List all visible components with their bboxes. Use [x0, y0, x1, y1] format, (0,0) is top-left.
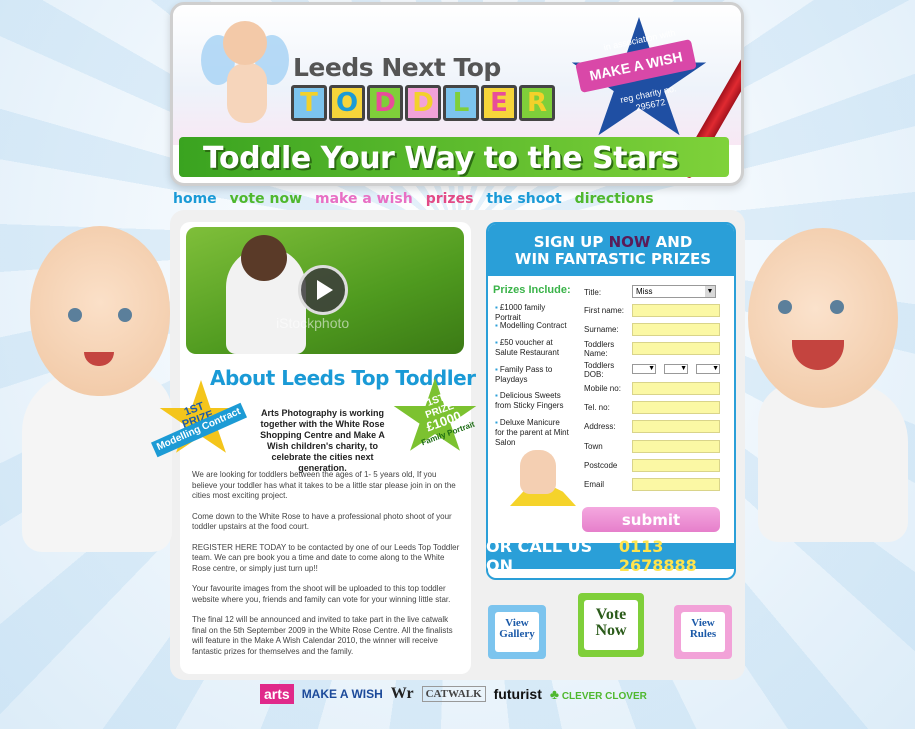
play-icon [317, 280, 333, 300]
title-label: Title: [584, 288, 602, 297]
signup-title-line2: WIN FANTASTIC PRIZES [514, 250, 712, 268]
signup-title-pre: SIGN UP [533, 233, 609, 251]
mobile-label: Mobile no: [584, 384, 621, 393]
view-gallery-cube[interactable]: View Gallery [488, 605, 546, 659]
email-label: Email [584, 480, 605, 489]
sponsor-logos: arts MAKE A WISH Wr CATWALK futurist ♣ C… [260, 684, 647, 704]
view-gallery-label: View Gallery [495, 612, 539, 652]
view-rules-label: View Rules [681, 612, 725, 652]
prize-item: £50 voucher at Salute Restaurant [495, 338, 571, 358]
arts-logo[interactable]: arts [260, 684, 294, 704]
about-paragraph: Your favourite images from the shoot wil… [192, 584, 451, 604]
first-name-field[interactable] [632, 304, 720, 317]
tagline: Toddle Your Way to the Stars [203, 141, 679, 176]
about-paragraph: The final 12 will be announced and invit… [192, 615, 453, 656]
fairy-baby-head [223, 21, 267, 65]
left-baby-outfit [22, 372, 172, 552]
right-baby-image [738, 222, 915, 542]
white-rose-logo[interactable]: Wr [391, 685, 414, 703]
dob-month-select[interactable]: ▼ [664, 364, 688, 374]
left-baby-image [22, 222, 172, 552]
fairy-baby-body [227, 63, 267, 123]
address-label: Address: [584, 422, 616, 431]
title-select[interactable]: Miss ▼ [632, 285, 716, 298]
first-name-label: First name: [584, 306, 625, 315]
town-field[interactable] [632, 440, 720, 453]
futurist-logo[interactable]: futurist [494, 686, 542, 702]
view-rules-cube[interactable]: View Rules [674, 605, 732, 659]
letter-block: O [329, 85, 365, 121]
toddlers-dob-label: Toddlers DOB: [584, 361, 615, 379]
signup-title: SIGN UP NOW AND WIN FANTASTIC PRIZES [502, 234, 724, 268]
about-paragraph: Come down to the White Rose to have a pr… [192, 511, 452, 532]
nav-prizes[interactable]: prizes [426, 191, 474, 207]
clever-clover-logo[interactable]: ♣ CLEVER CLOVER [550, 686, 647, 702]
letter-block: R [519, 85, 555, 121]
phone-number: 0113 2678888 [618, 537, 697, 575]
about-paragraph: We are looking for toddlers between the … [192, 470, 456, 500]
dob-year-select[interactable]: ▼ [696, 364, 720, 374]
nav-the-shoot[interactable]: the shoot [486, 191, 561, 207]
site-header: Leeds Next Top T O D D L E R in associat… [170, 2, 744, 186]
letter-block: D [405, 85, 441, 121]
surname-label: Surname: [584, 325, 619, 334]
about-intro: Arts Photography is working together wit… [260, 408, 385, 473]
postcode-field[interactable] [632, 459, 720, 472]
address-field[interactable] [632, 420, 720, 433]
surname-field[interactable] [632, 323, 720, 336]
main-nav: home vote now make a wish prizes the sho… [173, 191, 654, 207]
chevron-down-icon: ▼ [705, 286, 715, 297]
call-label: OR CALL US ON [486, 537, 593, 575]
catwalk-logo[interactable]: CATWALK [421, 686, 486, 702]
email-field[interactable] [632, 478, 720, 491]
title-select-value: Miss [636, 287, 653, 296]
town-label: Town [584, 442, 603, 451]
right-baby-eye [830, 300, 844, 314]
left-baby-eye [68, 308, 82, 322]
letter-block: D [367, 85, 403, 121]
prize-item: Deluxe Manicure for the parent at Mint S… [495, 418, 571, 448]
brand-title: Leeds Next Top [293, 53, 501, 82]
nav-make-a-wish[interactable]: make a wish [315, 191, 413, 207]
play-button[interactable] [298, 265, 348, 315]
dob-day-select[interactable]: ▼ [632, 364, 656, 374]
form-baby-image [520, 450, 556, 494]
signup-title-post: AND [650, 233, 693, 251]
about-body: We are looking for toddlers between the … [192, 470, 462, 667]
submit-button[interactable]: submit [582, 507, 720, 532]
brand-letter-blocks: T O D D L E R [291, 85, 555, 121]
clever-clover-label: CLEVER CLOVER [561, 691, 647, 702]
tel-field[interactable] [632, 401, 720, 414]
nav-vote-now[interactable]: vote now [230, 191, 302, 207]
mobile-field[interactable] [632, 382, 720, 395]
make-a-wish-logo[interactable]: MAKE A WISH [302, 687, 383, 701]
video-watermark: iStockphoto [276, 315, 350, 331]
clover-icon: ♣ [549, 686, 560, 702]
prize-item: Family Pass to Playdays [495, 365, 571, 385]
letter-block: L [443, 85, 479, 121]
prize-item: Modelling Contract [495, 321, 571, 331]
video-player[interactable]: iStockphoto [186, 227, 464, 354]
nav-directions[interactable]: directions [575, 191, 654, 207]
left-baby-face [30, 226, 170, 396]
toddlers-name-field[interactable] [632, 342, 720, 355]
prize-item: £1000 family Portrait [495, 303, 571, 323]
letter-block: T [291, 85, 327, 121]
letter-block: E [481, 85, 517, 121]
video-child-head [241, 235, 287, 281]
right-baby-eye [778, 300, 792, 314]
vote-now-cube[interactable]: Vote Now [578, 593, 644, 657]
signup-title-now: NOW [608, 233, 651, 251]
prize-item: Delicious Sweets from Sticky Fingers [495, 391, 571, 411]
toddlers-name-label: Toddlers Name: [584, 340, 615, 358]
postcode-label: Postcode [584, 461, 618, 470]
nav-home[interactable]: home [173, 191, 217, 207]
left-baby-eye [118, 308, 132, 322]
vote-now-label: Vote Now [584, 600, 638, 650]
tel-label: Tel. no: [584, 403, 610, 412]
about-paragraph: REGISTER HERE TODAY to be contacted by o… [192, 542, 460, 573]
call-us-bar: OR CALL US ON 0113 2678888 [486, 537, 736, 575]
prizes-heading: Prizes Include: [493, 284, 571, 296]
right-baby-face [748, 228, 898, 408]
